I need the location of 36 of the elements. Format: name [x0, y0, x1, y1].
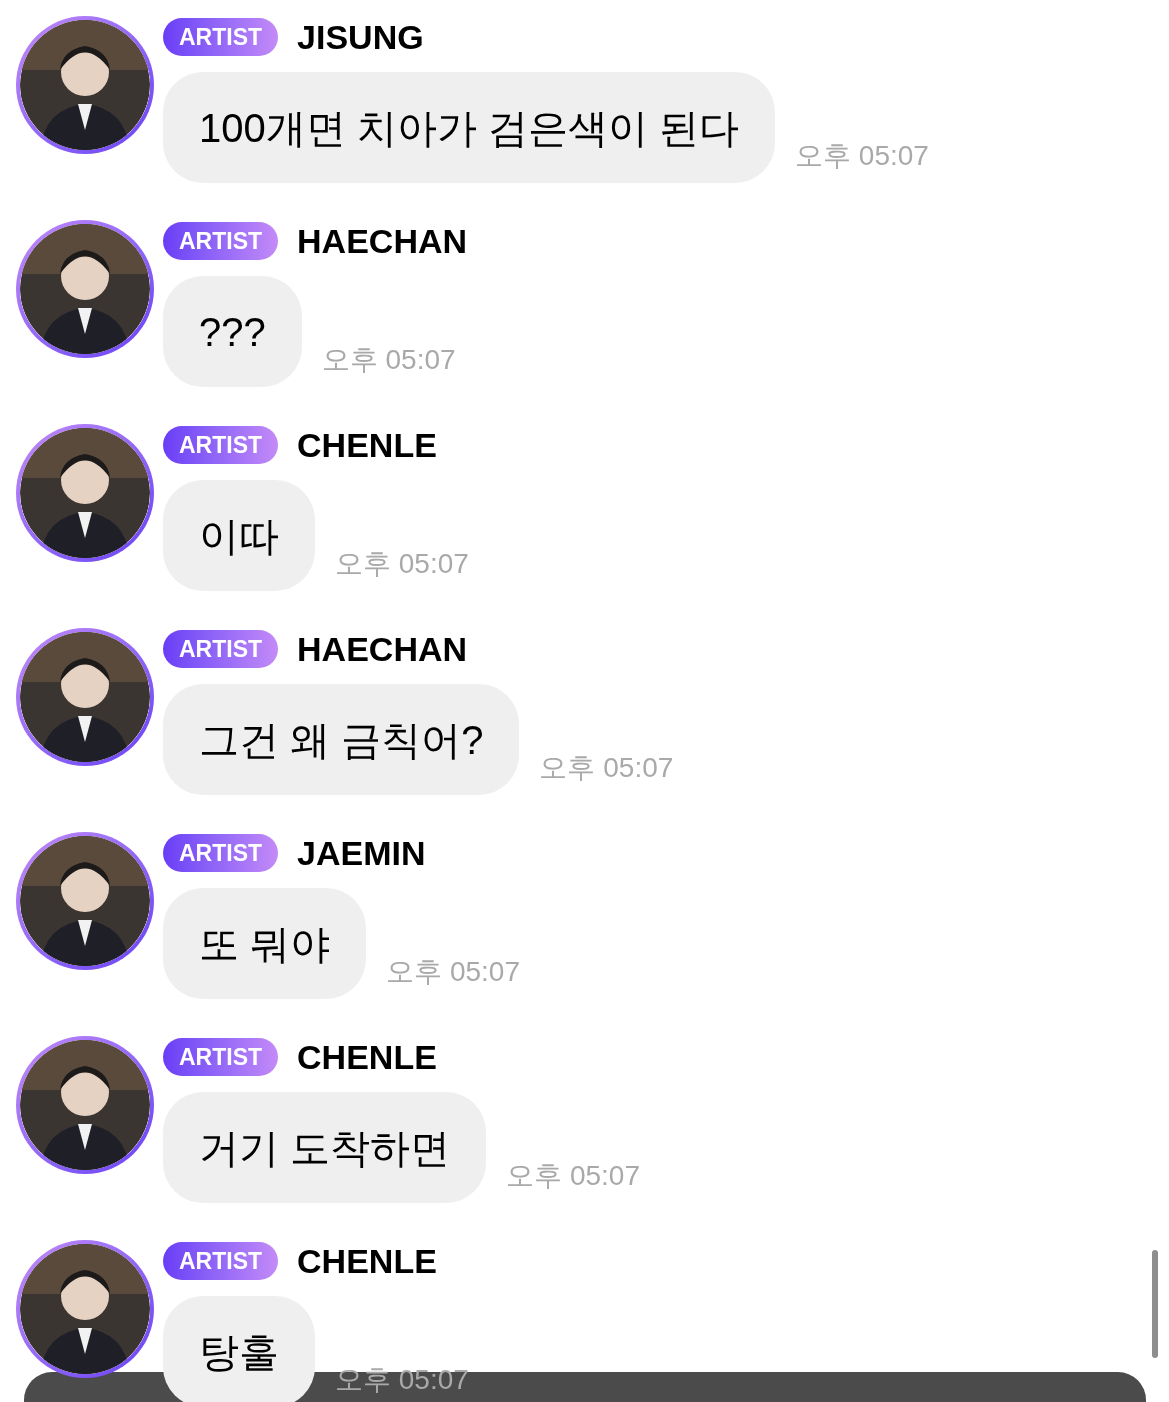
artist-badge: ARTIST	[163, 834, 279, 872]
timestamp: 오후 05:07	[795, 139, 929, 173]
artist-badge: ARTIST	[163, 630, 279, 668]
timestamp: 오후 05:07	[335, 547, 469, 581]
message-bubble: ???	[163, 276, 302, 387]
artist-badge: ARTIST	[163, 426, 279, 464]
message-bubble: 또 뭐야	[163, 888, 367, 999]
message-bubble: 그건 왜 금칙어?	[163, 684, 520, 795]
artist-badge: ARTIST	[163, 1242, 279, 1280]
avatar[interactable]	[20, 20, 150, 150]
timestamp: 오후 05:07	[335, 1363, 469, 1397]
message-bubble: 탕훌	[163, 1296, 315, 1402]
avatar[interactable]	[20, 224, 150, 354]
avatar[interactable]	[20, 428, 150, 558]
timestamp: 오후 05:07	[506, 1159, 640, 1193]
artist-badge: ARTIST	[163, 222, 279, 260]
avatar[interactable]	[20, 1040, 150, 1170]
message-bubble: 거기 도착하면	[163, 1092, 487, 1203]
timestamp: 오후 05:07	[539, 751, 674, 785]
sender-name: HAECHAN	[297, 220, 468, 262]
sender-name: CHENLE	[297, 424, 437, 466]
message-bubble: 이따	[163, 480, 315, 591]
message-bubble: 100개면 치아가 검은색이 된다	[163, 72, 776, 183]
avatar[interactable]	[20, 632, 150, 762]
timestamp: 오후 05:07	[321, 343, 456, 377]
sender-name: JAEMIN	[297, 832, 426, 874]
sender-name: CHENLE	[297, 1036, 437, 1078]
artist-badge: ARTIST	[163, 18, 279, 56]
timestamp: 오후 05:07	[386, 955, 520, 989]
sender-name: HAECHAN	[297, 628, 468, 670]
sender-name: CHENLE	[297, 1240, 437, 1282]
avatar[interactable]	[20, 1244, 150, 1374]
avatar[interactable]	[20, 836, 150, 966]
scrollbar[interactable]	[1152, 1250, 1158, 1358]
sender-name: JISUNG	[297, 16, 424, 58]
artist-badge: ARTIST	[163, 1038, 279, 1076]
